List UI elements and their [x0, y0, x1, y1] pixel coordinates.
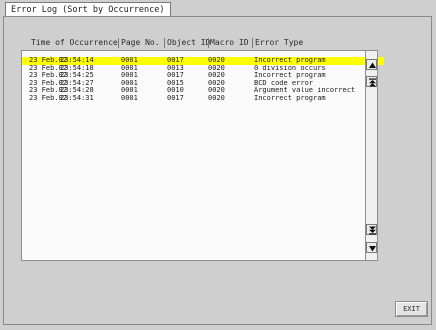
cell-type: Argument value incorrect — [254, 87, 356, 94]
table-row[interactable]: 23 Feb.02 23:54:31 0001 0017 0020 Incorr… — [22, 93, 384, 103]
header-time: Time of Occurrence — [31, 38, 118, 47]
arrow-up-icon — [369, 62, 376, 68]
header-divider — [164, 38, 165, 48]
cell-type: Incorrect program — [254, 72, 326, 79]
header-macro: Macro ID — [210, 38, 249, 47]
column-headers: Time of Occurrence Page No. Object ID Ma… — [0, 37, 436, 49]
arrow-down-icon — [369, 246, 376, 252]
scroll-up-button[interactable] — [366, 59, 377, 70]
exit-button[interactable]: EXIT — [395, 301, 428, 317]
cell-time: 23:54:31 — [60, 93, 94, 102]
header-page: Page No. — [121, 38, 160, 47]
cell-object: 0017 — [167, 93, 184, 102]
cell-type: BCD code error — [254, 79, 314, 87]
header-divider — [208, 38, 209, 48]
cell-type: Incorrect program — [254, 94, 326, 102]
page-down-icon — [369, 226, 376, 235]
header-divider — [252, 38, 253, 48]
cell-page: 0001 — [121, 93, 138, 102]
window-title: Error Log (Sort by Occurrence) — [5, 2, 171, 17]
page-up-icon — [369, 78, 376, 87]
cell-type: 0 division occurs — [254, 64, 326, 72]
page-up-button[interactable] — [366, 76, 377, 87]
rows-container: 23 Feb.02 23:54:14 0001 0017 0020 Incorr… — [22, 56, 384, 103]
header-type: Error Type — [255, 38, 304, 47]
scroll-down-button[interactable] — [366, 242, 377, 253]
page-down-button[interactable] — [366, 224, 377, 235]
header-object: Object ID — [167, 38, 211, 47]
header-divider — [118, 38, 119, 48]
cell-type: Incorrect program — [254, 57, 326, 64]
cell-macro: 0020 — [208, 93, 225, 102]
